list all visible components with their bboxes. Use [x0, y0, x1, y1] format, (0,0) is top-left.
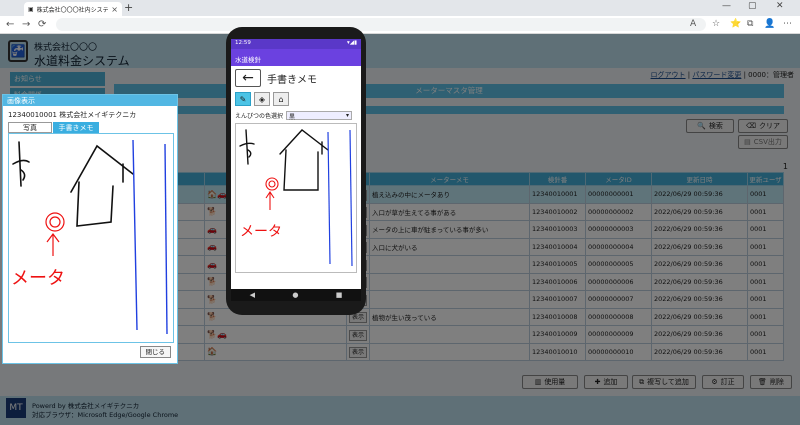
phone-status-icons: ▾◢▮: [346, 40, 357, 46]
color-label: えんぴつの色選択: [235, 113, 284, 120]
dialog-info: 12340010001 株式会社メイギテクニカ: [8, 111, 137, 119]
tab-photo[interactable]: 写真: [8, 122, 52, 133]
phone-nav-bar: ◀ ● ■: [231, 289, 361, 301]
dropdown-icon: ▾: [346, 112, 350, 119]
browser-menu-icon[interactable]: ⋯: [783, 19, 792, 29]
tab-handwritten-memo[interactable]: 手書きメモ: [53, 122, 99, 133]
favorites-icon[interactable]: ⭐: [730, 19, 741, 29]
memo-canvas[interactable]: メータ: [8, 133, 174, 343]
nav-recent-icon[interactable]: ■: [336, 291, 343, 299]
pencil-icon[interactable]: ✎: [235, 92, 251, 106]
back-arrow-icon[interactable]: ←: [235, 69, 261, 87]
read-aloud-icon[interactable]: A: [690, 19, 696, 29]
address-bar[interactable]: [56, 18, 706, 31]
browser-tab[interactable]: ▣ 株式会社〇〇〇社内システム / メー ×: [24, 2, 122, 16]
tab-title: 株式会社〇〇〇社内システム / メー: [36, 6, 109, 14]
close-button[interactable]: 閉じる: [139, 346, 171, 358]
smartphone: 12:59 ▾◢▮ 水道検針 ← 手書きメモ ✎ ◈ ⌂ えんぴつの色選択 黒 ▾: [226, 27, 366, 315]
collections-icon[interactable]: ⧉: [747, 19, 753, 29]
color-select-row: えんぴつの色選択 黒 ▾: [231, 108, 361, 123]
new-tab-icon[interactable]: +: [124, 1, 133, 14]
drawing-text-dialog: メータ: [11, 268, 65, 289]
pencil-color-select[interactable]: 黒 ▾: [286, 111, 353, 121]
phone-time: 12:59: [235, 40, 251, 46]
favorite-icon[interactable]: ☆: [712, 19, 720, 29]
close-tab-icon[interactable]: ×: [111, 5, 118, 14]
drawing-text-phone: メータ: [240, 224, 282, 240]
eraser-icon[interactable]: ◈: [254, 92, 270, 106]
site-favicon-icon: ▣: [28, 5, 34, 13]
clear-canvas-icon[interactable]: ⌂: [273, 92, 289, 106]
phone-drawing-canvas[interactable]: メータ: [235, 123, 357, 273]
forward-icon[interactable]: →: [22, 19, 30, 30]
drawing-tools: ✎ ◈ ⌂: [231, 90, 361, 108]
image-dialog: 画像表示 12340010001 株式会社メイギテクニカ 写真 手書きメモ メー…: [2, 94, 178, 364]
phone-app-bar: 水道検針: [231, 49, 361, 66]
phone-screen: 12:59 ▾◢▮ 水道検針 ← 手書きメモ ✎ ◈ ⌂ えんぴつの色選択 黒 ▾: [231, 39, 361, 301]
minimize-icon[interactable]: —: [722, 1, 731, 11]
dialog-title: 画像表示: [3, 95, 177, 106]
reload-icon[interactable]: ⟳: [38, 19, 46, 30]
browser-address-row: ← → ⟳ A ☆ ⭐ ⧉ 👤 ⋯: [0, 16, 800, 34]
handwritten-drawing: メータ: [11, 139, 168, 335]
browser-tabbar: ▣ 株式会社〇〇〇社内システム / メー × + — ▢ ✕: [0, 0, 800, 16]
note-header: ← 手書きメモ: [231, 66, 361, 90]
maximize-icon[interactable]: ▢: [748, 1, 757, 11]
nav-back-icon[interactable]: ◀: [250, 291, 255, 299]
note-title: 手書きメモ: [267, 74, 317, 86]
phone-status-bar: 12:59 ▾◢▮: [231, 39, 361, 49]
window-close-icon[interactable]: ✕: [776, 1, 784, 11]
phone-drawing: メータ: [239, 129, 353, 267]
nav-home-icon[interactable]: ●: [292, 291, 298, 299]
back-icon[interactable]: ←: [6, 19, 14, 30]
profile-icon[interactable]: 👤: [764, 19, 775, 29]
